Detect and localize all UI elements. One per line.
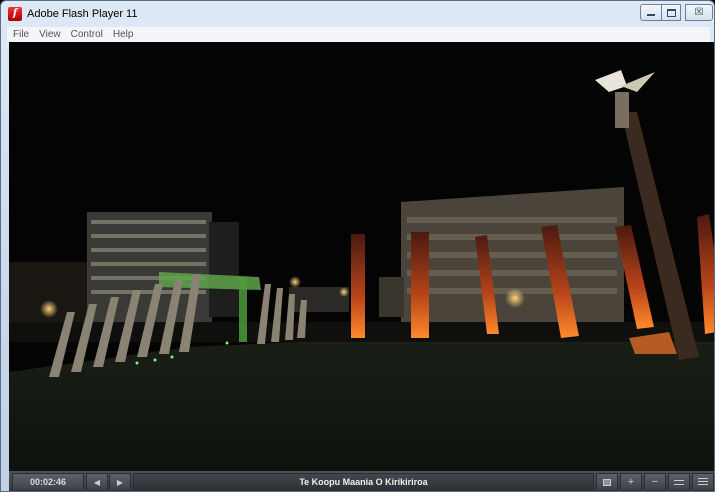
player-control-bar: 00:02:46 ◀ ▶ Te Koopu Maania O Kirikirir… — [9, 471, 714, 491]
menu-button[interactable] — [692, 473, 714, 491]
fit-view-button[interactable] — [596, 473, 618, 491]
scene-caption: Te Koopu Maania O Kirikiriroa — [133, 473, 594, 491]
maximize-button[interactable] — [661, 4, 681, 21]
menu-icon — [698, 478, 708, 486]
menu-control[interactable]: Control — [71, 29, 103, 40]
zoom-out-icon: − — [651, 476, 659, 488]
menu-file[interactable]: File — [13, 29, 29, 40]
minimize-icon — [647, 14, 655, 16]
close-icon: ☒ — [694, 7, 704, 18]
menu-help[interactable]: Help — [113, 29, 134, 40]
next-button[interactable]: ▶ — [109, 473, 131, 491]
light-pillar — [411, 232, 429, 338]
light-pillar — [351, 234, 365, 338]
night-plaza-panorama — [9, 42, 714, 471]
flash-player-window: f Adobe Flash Player 11 ☒ File View Cont… — [0, 0, 715, 492]
elapsed-time: 00:02:46 — [12, 473, 84, 491]
minimize-button[interactable] — [640, 4, 662, 21]
menu-bar: File View Control Help — [7, 27, 710, 42]
maximize-icon — [666, 8, 676, 17]
next-icon: ▶ — [116, 477, 124, 487]
window-mode-icon — [674, 479, 684, 485]
previous-button[interactable]: ◀ — [86, 473, 108, 491]
menu-view[interactable]: View — [39, 29, 61, 40]
window-mode-button[interactable] — [668, 473, 690, 491]
zoom-in-button[interactable]: + — [620, 473, 642, 491]
prev-icon: ◀ — [93, 477, 101, 487]
title-bar[interactable]: f Adobe Flash Player 11 ☒ — [1, 1, 714, 27]
window-title: Adobe Flash Player 11 — [27, 8, 138, 20]
flash-player-icon[interactable]: f — [8, 7, 22, 21]
close-button[interactable]: ☒ — [685, 4, 713, 21]
zoom-in-icon: + — [627, 476, 635, 488]
fit-view-icon — [603, 478, 611, 486]
zoom-out-button[interactable]: − — [644, 473, 666, 491]
panorama-viewport[interactable] — [9, 42, 714, 471]
